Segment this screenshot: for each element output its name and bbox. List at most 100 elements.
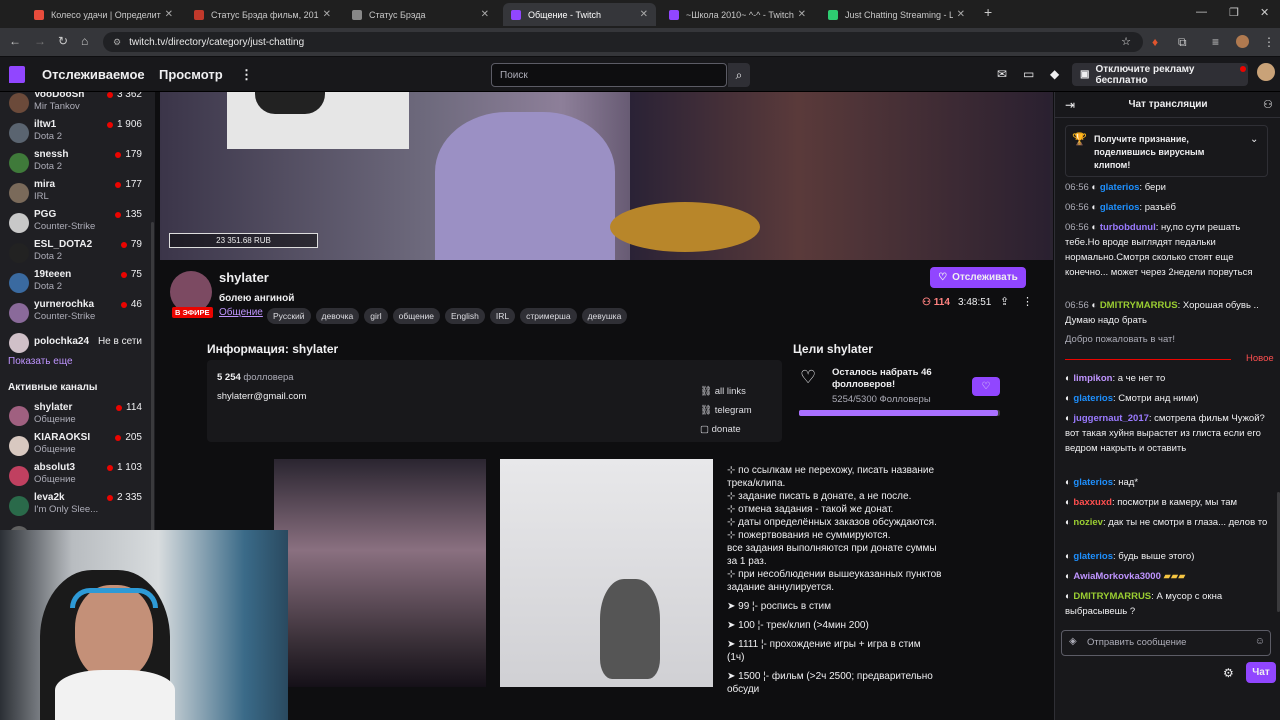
crown-icon[interactable]: ◆ [1050, 67, 1059, 81]
chat-username[interactable]: DMITRYMARRUS [1100, 300, 1178, 311]
ad-free-button[interactable]: ▣ Отключите рекламу бесплатно [1072, 63, 1248, 86]
inbox-icon[interactable]: ✉ [997, 67, 1007, 81]
sidebar-channel[interactable]: 19teeen Dota 2 75 [0, 269, 155, 299]
chat-username[interactable]: glaterios [1073, 551, 1113, 562]
chat-username[interactable]: juggernaut_2017 [1073, 413, 1149, 424]
forward-icon[interactable]: → [34, 34, 46, 48]
stream-tag[interactable]: девушка [581, 308, 628, 324]
whispers-icon[interactable]: ▭ [1023, 67, 1034, 81]
maximize-icon[interactable]: ❐ [1229, 6, 1239, 19]
tab-favicon-icon [669, 9, 679, 20]
tab-close-icon[interactable]: ✕ [323, 9, 331, 20]
chat-settings-icon[interactable]: ⚙ [1223, 666, 1234, 680]
nav-following[interactable]: Отслеживаемое [42, 67, 145, 82]
bits-icon[interactable]: ◈ [1069, 636, 1077, 647]
chat-username[interactable]: baxxuxd [1073, 497, 1112, 508]
chat-username[interactable]: AwiaMorkovka3000 [1073, 571, 1161, 582]
goal-follow-button[interactable]: ♡ [972, 377, 1000, 396]
browser-tab[interactable]: Колесо удачи | Определите по ✕ [26, 3, 181, 26]
back-icon[interactable]: ← [9, 34, 21, 48]
tab-close-icon[interactable]: ✕ [165, 9, 173, 20]
browser-tab[interactable]: Статус Брэда ✕ [344, 3, 497, 26]
chat-username[interactable]: turbobdunul [1100, 222, 1156, 233]
site-info-icon[interactable]: ⚙ [113, 37, 121, 48]
chat-promo-banner[interactable]: 🏆 Получите признание, поделившись вирусн… [1065, 125, 1268, 177]
chat-username[interactable]: noziev [1073, 517, 1103, 528]
sidebar-channel[interactable]: absolut3 Общение 1 103 [0, 462, 155, 492]
streamer-name[interactable]: shylater [219, 270, 269, 285]
sidebar-channel[interactable]: iltw1 Dota 2 1 906 [0, 119, 155, 149]
sidebar-channel[interactable]: mira IRL 177 [0, 179, 155, 209]
sidebar-channel[interactable]: KIARAOKSI Общение 205 [0, 432, 155, 462]
stream-tag[interactable]: IRL [489, 308, 516, 324]
sidebar-channel[interactable]: VooDooSh Mir Tankov 3 362 [0, 92, 155, 119]
chat-send-button[interactable]: Чат [1246, 662, 1276, 683]
stream-category-link[interactable]: Общение [219, 307, 263, 318]
description-line: ⊹ задание писать в донате, а не после. [727, 491, 912, 502]
chat-message: 06:56 ◐ glaterios: разъёб [1065, 202, 1176, 213]
sidebar-channel[interactable]: polochka24 Не в сети [0, 329, 155, 359]
stream-tag[interactable]: girl [364, 308, 388, 324]
sidebar-channel[interactable]: shylater Общение 114 [0, 402, 155, 432]
chat-username[interactable]: DMITRYMARRUS [1073, 591, 1151, 602]
sidebar-scrollbar[interactable] [151, 222, 154, 542]
emote-picker-icon[interactable]: ☺ [1255, 636, 1265, 647]
sidebar-channel[interactable]: yurnerochka Counter-Strike 46 [0, 299, 155, 329]
sidebar-channel[interactable]: PGG Counter-Strike 135 [0, 209, 155, 239]
follow-button[interactable]: ♡ Отслеживать [930, 267, 1026, 288]
link-telegram[interactable]: ⛓ telegram [700, 401, 752, 420]
tab-close-icon[interactable]: ✕ [481, 9, 489, 20]
browser-tab[interactable]: Just Chatting Streaming - Live S ✕ [820, 3, 973, 26]
address-bar[interactable]: ⚙ twitch.tv/directory/category/just-chat… [103, 32, 1143, 52]
stream-tag[interactable]: общение [392, 308, 440, 324]
video-player[interactable]: 23 351.68 RUB [160, 92, 1053, 260]
browser-menu-icon[interactable]: ⋮ [1263, 35, 1275, 49]
chat-username[interactable]: limpikon [1073, 373, 1112, 384]
close-window-icon[interactable]: ✕ [1260, 6, 1269, 19]
extensions-puzzle-icon[interactable]: ⧉ [1178, 35, 1187, 50]
twitch-logo-icon[interactable] [9, 66, 25, 83]
chevron-down-icon[interactable]: ⌄ [1250, 134, 1258, 145]
chat-username[interactable]: glaterios [1073, 477, 1113, 488]
chat-text: Смотри анд ними) [1118, 393, 1199, 404]
tab-close-icon[interactable]: ✕ [798, 9, 806, 20]
share-icon[interactable]: ⇪ [1000, 295, 1009, 308]
reload-icon[interactable]: ↻ [58, 34, 68, 48]
new-tab-button[interactable]: + [984, 4, 992, 20]
chat-input[interactable]: ◈ Отправить сообщение ☺ [1061, 630, 1271, 656]
extension-icon[interactable]: ♦ [1152, 35, 1158, 49]
chat-badge-icon: ◐ [1091, 202, 1098, 213]
browser-tab[interactable]: ~Школа 2010~ ^-^ - Twitch ✕ [661, 3, 814, 26]
link-all-links[interactable]: ⛓ all links [700, 382, 752, 401]
browser-tab[interactable]: Статус Брэда фильм, 2017, дат ✕ [186, 3, 339, 26]
more-options-icon[interactable]: ⋮ [1022, 295, 1033, 308]
tab-close-icon[interactable]: ✕ [957, 9, 965, 20]
tab-close-icon[interactable]: ✕ [640, 9, 648, 20]
show-more-link[interactable]: Показать еще [8, 356, 73, 367]
link-donate[interactable]: ▢ donate [700, 420, 752, 439]
stream-tag[interactable]: English [445, 308, 485, 324]
more-menu-icon[interactable]: ⋮ [240, 67, 253, 83]
nav-browse[interactable]: Просмотр [159, 67, 223, 82]
reading-list-icon[interactable]: ≡ [1212, 35, 1219, 49]
stream-tag[interactable]: стримерша [520, 308, 577, 324]
stream-tag[interactable]: Русский [267, 308, 311, 324]
chat-badge-icon: ◐ [1065, 373, 1071, 384]
user-avatar[interactable] [1257, 63, 1275, 81]
browser-tab[interactable]: Общение - Twitch ✕ [503, 3, 656, 26]
sidebar-channel[interactable]: leva2k I'm Only Slee... 2 335 [0, 492, 155, 522]
chat-username[interactable]: glaterios [1100, 182, 1140, 193]
sidebar-channel[interactable]: snessh Dota 2 179 [0, 149, 155, 179]
minimize-icon[interactable]: — [1196, 6, 1207, 18]
search-button[interactable]: ⌕ [728, 63, 750, 87]
community-icon[interactable]: ⚇ [1263, 98, 1273, 111]
sidebar-channel[interactable]: ESL_DOTA2 Dota 2 79 [0, 239, 155, 269]
chat-header: Чат трансляции [1128, 99, 1208, 110]
search-input[interactable]: Поиск [491, 63, 727, 87]
stream-tag[interactable]: девочка [315, 308, 360, 324]
profile-avatar[interactable] [1236, 35, 1249, 48]
home-icon[interactable]: ⌂ [81, 34, 88, 48]
chat-username[interactable]: glaterios [1100, 202, 1140, 213]
chat-username[interactable]: glaterios [1073, 393, 1113, 404]
bookmark-star-icon[interactable]: ☆ [1121, 35, 1131, 48]
